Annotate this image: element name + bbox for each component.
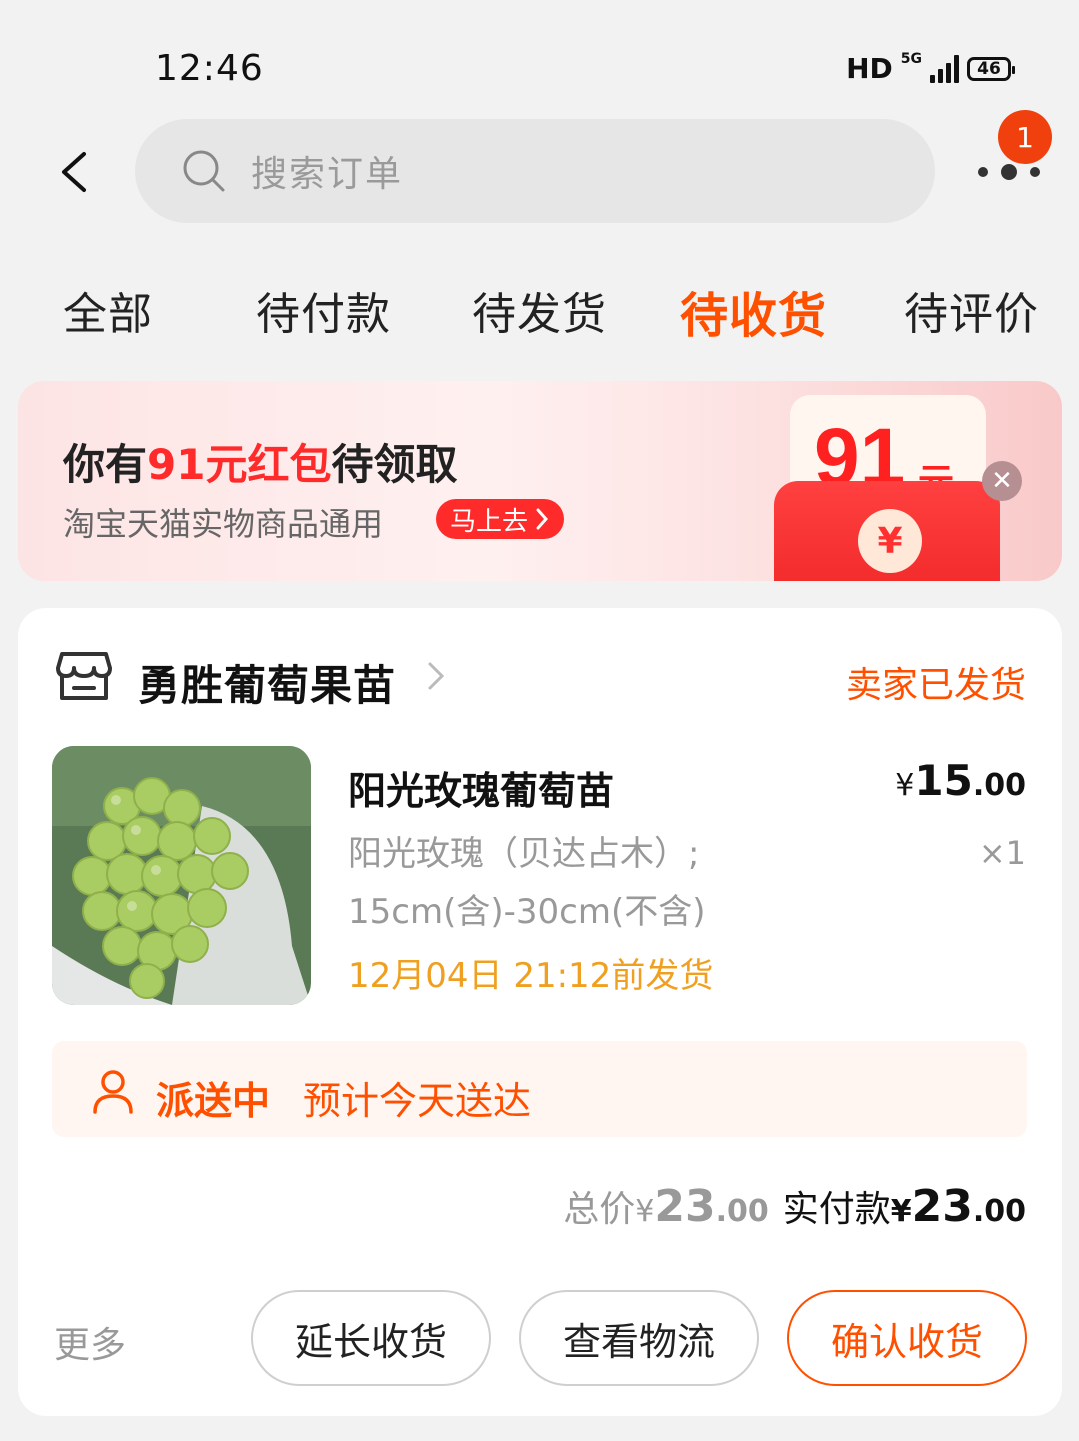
banner-subtitle: 淘宝天猫实物商品通用 (63, 505, 384, 543)
chevron-right-icon[interactable] (424, 656, 448, 696)
product-title[interactable]: 阳光玫瑰葡萄苗 (348, 760, 614, 815)
back-arrow-icon[interactable] (58, 150, 98, 194)
product-sku: 阳光玫瑰（贝达占木）; (348, 834, 700, 874)
delivery-status: 派送中 (156, 1079, 271, 1123)
status-time: 12:46 (155, 48, 264, 89)
product-image[interactable] (52, 746, 311, 1005)
order-totals: 总价 ¥ 23 .00 实付款 ¥ 23 .00 (563, 1181, 1026, 1232)
banner-title: 你有91元红包待领取 (63, 440, 458, 489)
ship-deadline: 12月04日 21:12前发货 (348, 956, 714, 996)
notification-badge: 1 (998, 110, 1052, 164)
tab-pending-receipt[interactable]: 待收货 (680, 276, 827, 346)
delivery-eta: 预计今天送达 (303, 1079, 532, 1123)
extend-receipt-button[interactable]: 延长收货 (251, 1290, 491, 1386)
tab-pending-review[interactable]: 待评价 (904, 278, 1039, 342)
courier-person-icon (93, 1070, 133, 1114)
tab-pending-payment[interactable]: 待付款 (256, 278, 391, 342)
product-quantity: ×1 (978, 834, 1026, 872)
search-input[interactable]: 搜索订单 (135, 119, 935, 223)
yuan-coin-icon: ¥ (858, 509, 922, 573)
product-sku-size: 15cm(含)-30cm(不含) (348, 892, 706, 932)
more-menu-icon[interactable] (978, 162, 1040, 182)
view-logistics-button[interactable]: 查看物流 (519, 1290, 759, 1386)
shop-name[interactable]: 勇胜葡萄果苗 (138, 652, 396, 713)
product-price: ¥15.00 (895, 756, 1026, 805)
order-status: 卖家已发货 (845, 665, 1026, 706)
shop-icon (56, 652, 112, 700)
chevron-right-icon (536, 508, 549, 530)
tab-all[interactable]: 全部 (63, 278, 153, 342)
signal-icon (930, 54, 959, 83)
close-icon[interactable]: ✕ (982, 461, 1022, 501)
banner-go-button[interactable]: 马上去 (436, 499, 565, 539)
tab-pending-shipment[interactable]: 待发货 (472, 278, 607, 342)
signal-type: 5G (900, 50, 922, 67)
search-placeholder: 搜索订单 (251, 154, 404, 195)
red-packet-banner[interactable]: 你有91元红包待领取 淘宝天猫实物商品通用 马上去 91 元 ¥ ✕ (18, 381, 1062, 581)
network-label: HD (846, 52, 893, 85)
search-icon (183, 150, 225, 192)
confirm-receipt-button[interactable]: 确认收货 (787, 1290, 1027, 1386)
status-indicators: HD 5G 46 (846, 50, 1015, 85)
battery-icon: 46 (967, 56, 1015, 81)
more-actions-link[interactable]: 更多 (54, 1316, 126, 1368)
